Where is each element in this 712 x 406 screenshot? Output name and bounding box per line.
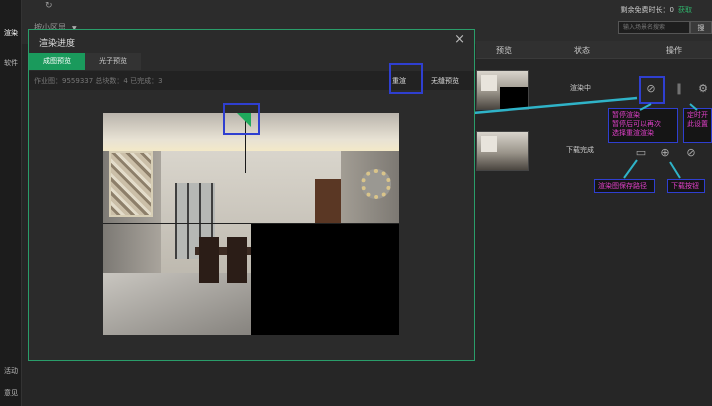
- gear-icon[interactable]: ⚙: [696, 82, 710, 95]
- download-icon[interactable]: ⊕: [658, 146, 672, 159]
- annotation-highlight: [223, 103, 260, 135]
- table-header: 预览 状态 操作: [476, 41, 712, 59]
- annotation-highlight: [639, 76, 665, 104]
- job-info: 作业图：9559337 总块数：4 已完成：3: [34, 77, 163, 85]
- render-progress-dialog: 渲染进度 × 成图预览 光子预览 作业图：9559337 总块数：4 已完成：3…: [28, 29, 475, 361]
- tab-photon-preview[interactable]: 光子预览: [85, 53, 141, 70]
- column-header-status: 状态: [574, 46, 590, 55]
- nav-item-software[interactable]: 软件: [0, 58, 22, 68]
- status-text: 下载完成: [566, 146, 594, 154]
- remaining-time-label: 剩余免费时长：0: [620, 6, 674, 14]
- nav-item-feedback[interactable]: 意见: [0, 388, 22, 398]
- render-again-icon[interactable]: ⊘: [684, 146, 698, 159]
- render-thumbnail[interactable]: [476, 131, 529, 171]
- column-header-actions: 操作: [666, 46, 682, 55]
- pause-icon[interactable]: ∥: [672, 82, 686, 95]
- nav-item-render[interactable]: 渲染: [0, 28, 22, 38]
- remaining-time: 剩余免费时长：0 获取: [621, 5, 692, 15]
- get-time-link[interactable]: 获取: [678, 6, 692, 14]
- nav-item-activity[interactable]: 活动: [0, 366, 22, 376]
- tab-image-preview[interactable]: 成图预览: [29, 53, 85, 70]
- seamless-preview-button[interactable]: 无缝预览: [431, 76, 459, 86]
- refresh-icon[interactable]: ↻: [45, 1, 53, 11]
- timing-callout: 定时开 此设置: [683, 108, 712, 143]
- table-row: 渲染中 ⊘ ∥ ⚙: [476, 70, 712, 112]
- search-input[interactable]: [618, 21, 690, 34]
- search-button[interactable]: 搜: [690, 21, 712, 34]
- column-header-preview: 预览: [496, 46, 512, 55]
- dialog-title: 渲染进度: [39, 39, 76, 49]
- status-text: 渲染中: [570, 84, 591, 92]
- save-path-callout: 渲染图保存路径: [594, 179, 655, 193]
- folder-icon[interactable]: ▭: [634, 146, 648, 159]
- close-icon[interactable]: ×: [454, 32, 465, 47]
- annotation-highlight: [389, 63, 423, 94]
- unrendered-tile: [251, 224, 399, 335]
- left-nav: 渲染 软件 活动 意见: [0, 0, 22, 406]
- render-preview-image: [103, 113, 399, 335]
- pause-callout: 暂停渲染 暂停后可以再次 选择重渲渲染: [608, 108, 678, 143]
- download-callout: 下载按钮: [667, 179, 705, 193]
- wall-art: [109, 151, 153, 217]
- render-thumbnail[interactable]: [476, 70, 529, 110]
